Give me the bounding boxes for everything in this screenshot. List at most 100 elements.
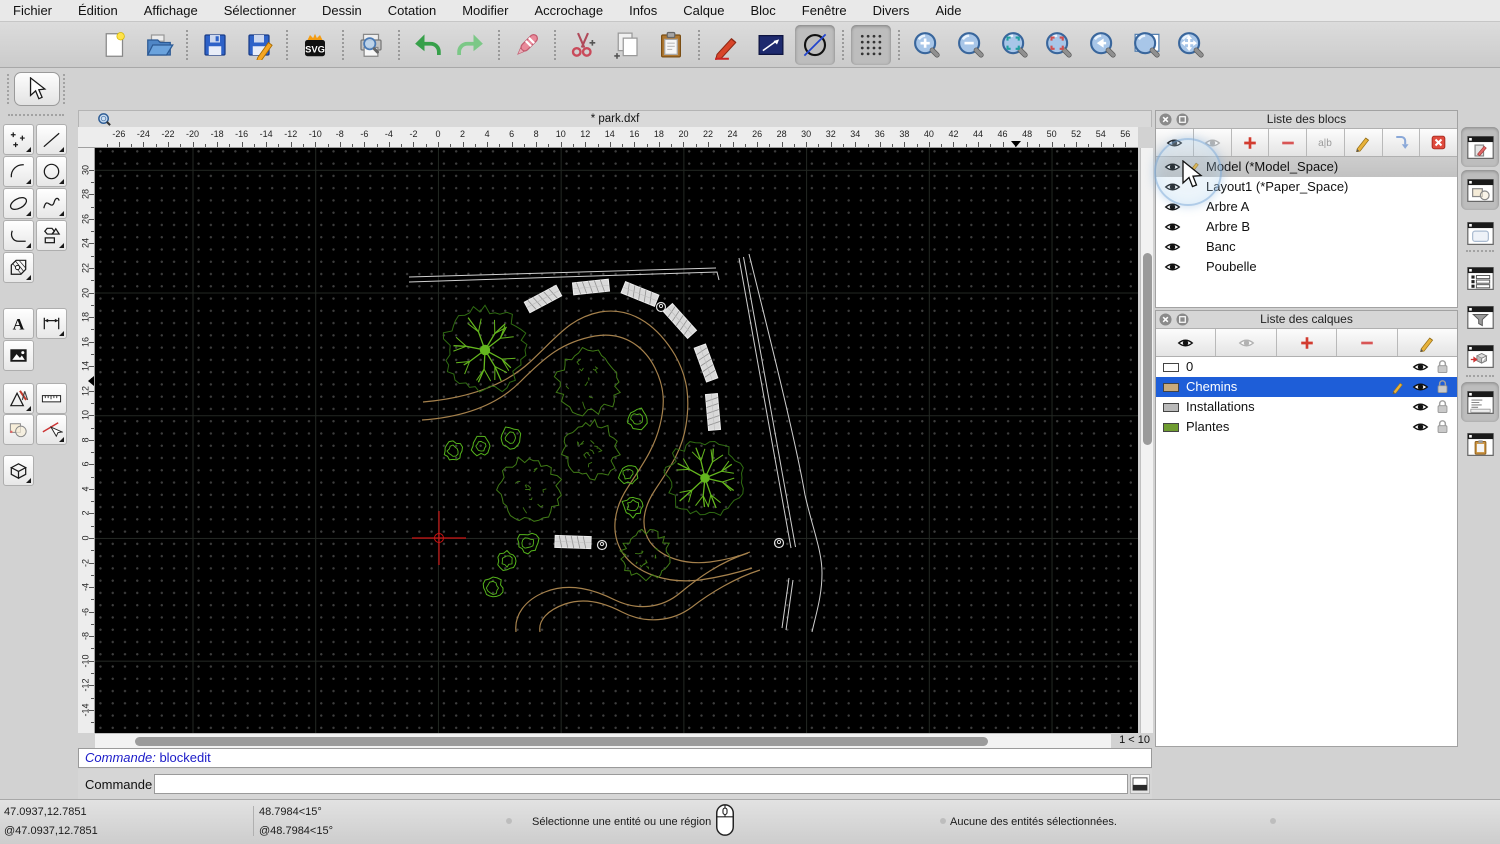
tool-arc-button[interactable] [3,156,34,187]
tool-solid-button[interactable] [3,455,34,486]
eye-icon[interactable] [1164,261,1181,276]
tool-circle-button[interactable] [36,156,67,187]
horizontal-scrollbar[interactable] [95,733,1111,748]
vertical-scrollbar[interactable] [1140,148,1153,733]
zoom-selection-button[interactable] [1039,25,1079,65]
save-as-button[interactable] [239,25,279,65]
eye-icon[interactable] [1412,401,1429,416]
menu-fenetre[interactable]: Fenêtre [789,0,860,22]
insert-block-button[interactable] [1382,129,1421,156]
eye-icon[interactable] [1164,181,1181,196]
dock-clipboard-button[interactable] [1461,424,1499,464]
menu-dessin[interactable]: Dessin [309,0,375,22]
toolbar-drag-handle[interactable] [63,74,67,104]
dock-list-button[interactable] [1461,258,1499,298]
purge-block-button[interactable] [1420,129,1457,156]
dock-filter-button[interactable] [1461,297,1499,337]
tool-polyline-button[interactable] [3,220,34,251]
undo-button[interactable] [407,25,447,65]
layer-color-swatch[interactable] [1163,363,1179,372]
menu-affichage[interactable]: Affichage [131,0,211,22]
vertical-scrollbar-thumb[interactable] [1143,253,1152,445]
print-preview-button[interactable] [351,25,391,65]
tool-modify-button[interactable] [3,383,34,414]
eye-icon[interactable] [1412,381,1429,396]
tool-dimension-button[interactable] [36,308,67,339]
drawing-canvas[interactable] [95,148,1138,733]
tool-line-button[interactable] [36,124,67,155]
command-options-button[interactable] [1130,774,1150,794]
tool-shapes-button[interactable] [36,220,67,251]
layer-color-swatch[interactable] [1163,383,1179,392]
block-row-arbre-a[interactable]: Arbre A [1156,197,1457,217]
dock-block-edit-button[interactable] [1461,127,1499,167]
zoom-window-button[interactable] [1127,25,1167,65]
menu-calque[interactable]: Calque [670,0,737,22]
circle-slash-button[interactable] [795,24,835,65]
layer-color-swatch[interactable] [1163,423,1179,432]
command-input[interactable] [154,774,1128,794]
eye-icon[interactable] [1164,241,1181,256]
menu-fichier[interactable]: Fichier [0,0,65,22]
tool-image-button[interactable] [3,340,34,371]
lock-icon[interactable] [1436,419,1449,437]
eye-icon[interactable] [1412,361,1429,376]
cut-button[interactable] [563,25,603,65]
eye-icon[interactable] [1164,221,1181,236]
dock-insert-button[interactable] [1461,336,1499,376]
dock-property-button[interactable] [1461,213,1499,253]
zoom-previous-button[interactable] [1083,25,1123,65]
save-button[interactable] [195,25,235,65]
menu-aide[interactable]: Aide [922,0,974,22]
lock-icon[interactable] [1436,359,1449,377]
remove-layer-button[interactable] [1337,329,1398,356]
block-row-model-model-space[interactable]: Model (*Model_Space) [1156,157,1457,177]
tool-points-button[interactable] [3,124,34,155]
tool-measure-button[interactable] [36,383,67,414]
hide-all-layers-button[interactable] [1216,329,1277,356]
add-block-button[interactable] [1231,129,1270,156]
zoom-auto-button[interactable] [995,25,1035,65]
zoom-out-button[interactable] [951,25,991,65]
show-all-blocks-button[interactable] [1156,129,1194,156]
menu-selectionner[interactable]: Sélectionner [211,0,309,22]
layer-row-installations[interactable]: Installations [1156,397,1457,417]
remove-block-button[interactable] [1269,129,1307,156]
eye-icon[interactable] [1164,161,1181,176]
line-tool-button[interactable] [751,25,791,65]
dock-command-button[interactable] [1461,382,1499,422]
paste-button[interactable] [651,25,691,65]
zoom-in-button[interactable] [907,25,947,65]
lock-icon[interactable] [1436,379,1449,397]
tool-text-button[interactable]: A [3,308,34,339]
tool-select-entity-button[interactable] [36,414,67,445]
float-panel-icon[interactable] [1176,113,1189,131]
tool-spline-button[interactable] [36,188,67,219]
block-row-layout1-paper-space[interactable]: Layout1 (*Paper_Space) [1156,177,1457,197]
svg-export-button[interactable]: SVG [295,25,335,65]
selection-tool-button[interactable] [14,72,60,106]
document-titlebar[interactable]: * park.dxf [78,110,1152,127]
new-file-button[interactable] [95,25,135,65]
lock-icon[interactable] [1436,399,1449,417]
eye-icon[interactable] [1412,421,1429,436]
draw-pencil-button[interactable] [707,25,747,65]
menu-bloc[interactable]: Bloc [737,0,788,22]
block-row-banc[interactable]: Banc [1156,237,1457,257]
tool-hatch-button[interactable] [3,252,34,283]
layer-row-0[interactable]: 0 [1156,357,1457,377]
toolbar-drag-handle[interactable] [7,74,11,104]
pan-button[interactable] [1171,25,1211,65]
open-folder-button[interactable] [139,25,179,65]
tool-ellipse-button[interactable] [3,188,34,219]
edit-block-button[interactable] [1344,129,1383,156]
rename-block-button[interactable]: a|b [1307,129,1345,156]
menu-cotation[interactable]: Cotation [375,0,449,22]
show-all-layers-button[interactable] [1156,329,1217,356]
palette-drag-handle[interactable] [8,114,64,118]
hide-all-blocks-button[interactable] [1193,129,1232,156]
menu-modifier[interactable]: Modifier [449,0,521,22]
menu-edition[interactable]: Édition [65,0,131,22]
copy-button[interactable] [607,25,647,65]
float-panel-icon[interactable] [1176,313,1189,331]
